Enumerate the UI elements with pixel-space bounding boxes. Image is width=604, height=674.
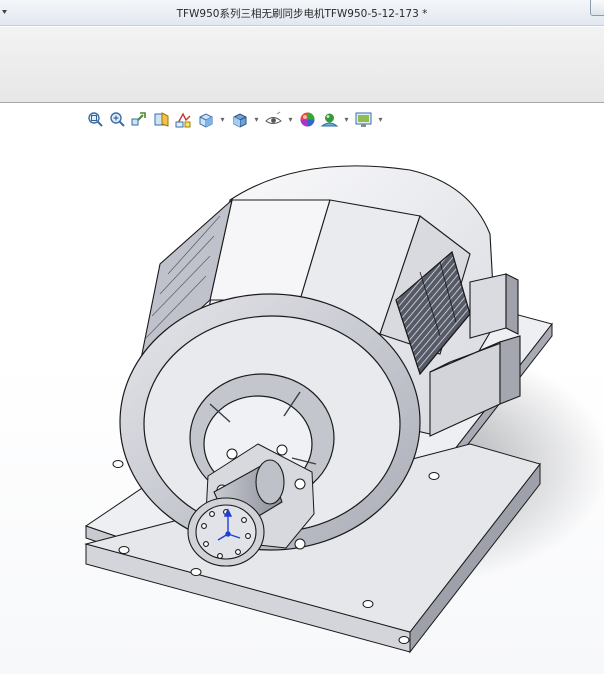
- window-title: TFW950系列三相无刷同步电机TFW950-5-12-173 *: [176, 8, 428, 20]
- solidworks-window: TFW950系列三相无刷同步电机TFW950-5-12-173 * ▾ ▾ ▾ …: [0, 0, 604, 674]
- window-control-button[interactable]: [590, 0, 604, 16]
- command-manager-ribbon: [0, 27, 604, 103]
- title-bar: TFW950系列三相无刷同步电机TFW950-5-12-173 *: [0, 0, 604, 26]
- motor-3d-model[interactable]: [0, 104, 604, 674]
- coupling-flange: [187, 497, 265, 567]
- graphics-area[interactable]: ▾ ▾ ▾ ▾ ▾: [0, 104, 604, 674]
